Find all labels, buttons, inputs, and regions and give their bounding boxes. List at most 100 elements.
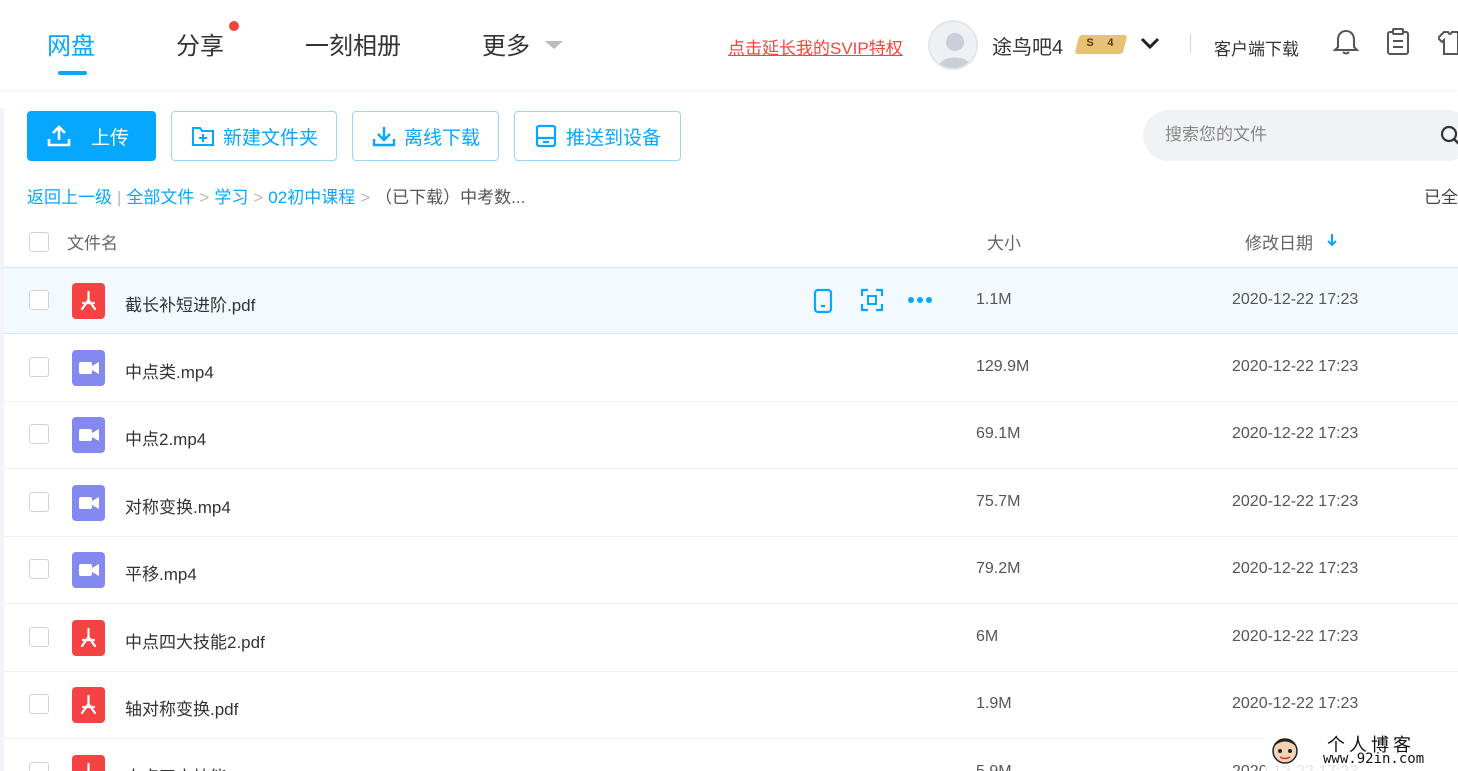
file-size: 6M: [976, 627, 999, 645]
row-checkbox[interactable]: [29, 761, 49, 771]
push-to-device-button[interactable]: 推送到设备: [514, 111, 681, 161]
row-checkbox[interactable]: [29, 694, 49, 714]
tab-more[interactable]: 更多: [482, 26, 530, 61]
breadcrumb-separator: >: [253, 188, 264, 207]
pdf-glyph-icon: [80, 290, 97, 311]
column-header-size[interactable]: 大小: [987, 229, 1021, 254]
breadcrumb-item-study[interactable]: 学习: [214, 188, 248, 207]
divider: [1190, 34, 1191, 53]
breadcrumb: 返回上一级 | 全部文件 > 学习 >02初中课程 > （已下载）中考数...: [27, 183, 525, 208]
table-row[interactable]: 中点类.mp4 129.9M 2020-12-22 17:23: [4, 335, 1458, 402]
table-row[interactable]: 截长补短进阶.pdf 1.1M 2020-12-22 17:23: [4, 267, 1458, 334]
pdf-file-icon: [72, 283, 105, 319]
file-modified-date: 2020-12-22 17:23: [1232, 695, 1359, 712]
breadcrumb-item-junior-courses[interactable]: 02初中课程: [268, 188, 355, 207]
file-name[interactable]: 中点四大技能2.pdf: [125, 628, 265, 653]
offline-download-button[interactable]: 离线下载: [352, 111, 499, 161]
cartoon-face-icon: [1272, 738, 1298, 764]
video-glyph-icon: [79, 361, 99, 374]
file-name[interactable]: 对称变换.mp4: [125, 493, 231, 518]
tab-netdisk[interactable]: 网盘: [47, 26, 95, 61]
chevron-down-icon[interactable]: [1140, 36, 1160, 50]
video-file-icon: [72, 349, 105, 386]
client-download-link[interactable]: 客户端下载: [1214, 35, 1299, 60]
column-header-name[interactable]: 文件名: [67, 229, 118, 254]
offline-download-label: 离线下载: [404, 127, 481, 149]
row-checkbox[interactable]: [29, 356, 49, 377]
breadcrumb-separator: >: [199, 188, 210, 207]
new-folder-label: 新建文件夹: [223, 127, 319, 149]
table-row[interactable]: 中点2.mp4 69.1M 2020-12-22 17:23: [4, 402, 1458, 469]
more-icon[interactable]: [906, 288, 934, 312]
sort-descending-icon[interactable]: [1326, 233, 1338, 247]
download-icon: [372, 127, 396, 147]
shirt-icon[interactable]: [1438, 28, 1458, 56]
clipboard-icon[interactable]: [1386, 28, 1410, 56]
row-checkbox[interactable]: [29, 491, 49, 512]
table-row[interactable]: 中点四大技能1.pdf5.9M2020-12-22 17:23: [4, 740, 1458, 771]
video-file-icon: [72, 484, 105, 521]
vip-badge-prefix: S: [1086, 37, 1094, 49]
watermark-url: www.92in.com: [1323, 751, 1425, 767]
row-checkbox[interactable]: [29, 290, 49, 310]
file-modified-date: 2020-12-22 17:23: [1232, 425, 1359, 442]
table-row[interactable]: 对称变换.mp4 75.7M 2020-12-22 17:23: [4, 470, 1458, 537]
video-file-icon: [72, 552, 105, 588]
bell-icon[interactable]: [1333, 28, 1359, 56]
new-folder-icon: [192, 127, 214, 146]
default-avatar-icon: [938, 33, 972, 68]
new-folder-button[interactable]: 新建文件夹: [171, 111, 337, 161]
device-icon: [535, 124, 557, 148]
file-name[interactable]: 轴对称变换.pdf: [125, 695, 238, 720]
more-dropdown-caret-icon[interactable]: [545, 41, 563, 49]
active-tab-indicator: [58, 71, 87, 75]
file-size: 69.1M: [976, 425, 1021, 442]
breadcrumb-separator: >: [360, 188, 371, 207]
select-all-checkbox[interactable]: [29, 232, 49, 252]
avatar[interactable]: [928, 20, 978, 70]
row-checkbox[interactable]: [29, 626, 49, 647]
video-glyph-icon: [79, 429, 99, 441]
load-status-text: 已全: [1424, 188, 1458, 207]
breadcrumb-item-all-files[interactable]: 全部文件: [126, 188, 194, 207]
row-checkbox[interactable]: [29, 559, 49, 579]
video-glyph-icon: [79, 564, 99, 576]
table-row[interactable]: 轴对称变换.pdf 1.9M 2020-12-22 17:23: [4, 672, 1458, 739]
file-modified-date: 2020-12-22 17:23: [1232, 492, 1359, 510]
file-name[interactable]: 中点2.mp4: [125, 425, 206, 450]
breadcrumb-current: （已下载）中考数...: [375, 188, 526, 207]
search-box: [1143, 110, 1458, 161]
table-row[interactable]: 中点四大技能2.pdf 6M 2020-12-22 17:23: [4, 605, 1458, 672]
table-row[interactable]: 平移.mp4 79.2M 2020-12-22 17:23: [4, 537, 1458, 604]
pdf-glyph-icon: [87, 762, 90, 771]
breadcrumb-back[interactable]: 返回上一级: [27, 188, 112, 207]
search-input[interactable]: [1165, 122, 1425, 148]
file-size: 5.9M: [976, 762, 1012, 771]
username[interactable]: 途鸟吧4: [992, 31, 1063, 60]
file-modified-date: 2020-12-22 17:23: [1232, 560, 1359, 577]
file-name[interactable]: 截长补短进阶.pdf: [125, 291, 255, 316]
file-name[interactable]: 中点类.mp4: [125, 358, 214, 383]
file-name[interactable]: 中点四大技能1.pdf: [125, 763, 265, 771]
pdf-glyph-icon: [80, 627, 97, 647]
file-size: 1.1M: [976, 291, 1012, 308]
search-icon[interactable]: [1439, 124, 1458, 148]
tab-moment-album[interactable]: 一刻相册: [305, 26, 401, 61]
scan-icon[interactable]: [860, 288, 884, 312]
pdf-glyph-icon: [80, 694, 97, 715]
file-name[interactable]: 平移.mp4: [125, 560, 197, 585]
phone-icon[interactable]: [813, 288, 833, 314]
notification-dot: [229, 21, 239, 31]
pdf-file-icon: [72, 619, 105, 656]
vip-badge-level: 4: [1107, 37, 1114, 49]
video-file-icon: [72, 417, 105, 453]
column-header-date[interactable]: 修改日期: [1245, 229, 1313, 254]
svip-renew-link[interactable]: 点击延长我的SVIP特权: [728, 34, 903, 59]
pdf-file-icon: [72, 754, 105, 771]
video-glyph-icon: [79, 496, 99, 509]
file-size: 79.2M: [976, 560, 1021, 577]
tab-share[interactable]: 分享: [176, 26, 224, 61]
pdf-file-icon: [72, 687, 105, 723]
upload-button[interactable]: 上传: [27, 111, 156, 161]
row-checkbox[interactable]: [29, 424, 49, 444]
